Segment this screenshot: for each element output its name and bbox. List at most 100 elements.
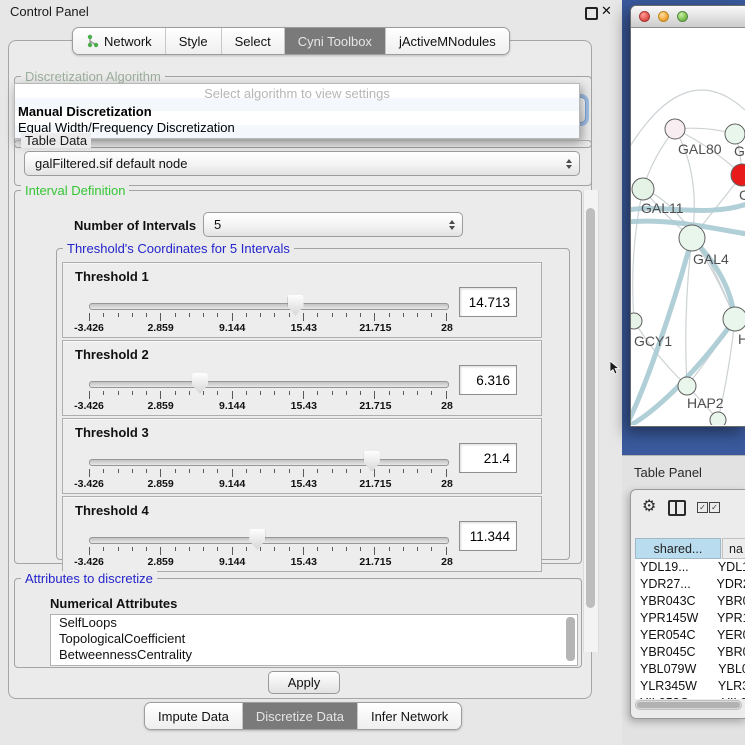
table-data-select[interactable]: galFiltered.sif default node	[24, 151, 580, 176]
algorithm-group-title: Discretization Algorithm	[21, 69, 165, 84]
close-traffic-light-icon[interactable]	[639, 11, 650, 22]
slider-track[interactable]	[89, 537, 449, 544]
list-item[interactable]: TopologicalCoefficient	[51, 631, 577, 647]
panel-title: Control Panel	[10, 4, 89, 19]
network-node[interactable]	[725, 124, 745, 144]
threshold-4-box: Threshold 4 -3.4262.8599.14415.4321.7152…	[62, 496, 542, 572]
network-node-label: GCY1	[634, 333, 672, 349]
tab-cyni-toolbox[interactable]: Cyni Toolbox	[284, 28, 385, 54]
table-row[interactable]: YPR145WYPR1	[635, 610, 745, 627]
split-columns-icon[interactable]	[668, 500, 686, 516]
threshold-2-box: Threshold 2 -3.4262.8599.14415.4321.7152…	[62, 340, 542, 416]
table-row[interactable]: YBR045CYBR0	[635, 644, 745, 661]
tab-infer-network[interactable]: Infer Network	[357, 703, 461, 729]
network-node[interactable]	[631, 313, 642, 329]
network-node-label: C	[739, 187, 745, 203]
table-hscrollbar-track[interactable]	[635, 700, 742, 710]
network-node-label: GAL11	[641, 200, 684, 216]
table-panel-window: ⚙ ✓ ✓ shared... na YDL19...YDL1 YDR27...…	[630, 489, 745, 719]
slider-track[interactable]	[89, 381, 449, 388]
slider-scale-labels: -3.4262.8599.14415.4321.71528	[89, 556, 447, 568]
column-header-name[interactable]: na	[722, 538, 745, 559]
threshold-3-value-field[interactable]: 21.4	[459, 443, 517, 473]
tab-network[interactable]: Network	[73, 28, 165, 54]
table-row[interactable]: YDL19...YDL1	[635, 559, 745, 576]
slider-track[interactable]	[89, 303, 449, 310]
tab-network-label: Network	[104, 34, 152, 49]
number-of-intervals-label: Number of Intervals	[74, 218, 196, 233]
tab-discretize-data[interactable]: Discretize Data	[242, 703, 357, 729]
checkbox-icon[interactable]: ✓	[697, 502, 708, 513]
network-node-label: H	[738, 331, 745, 347]
network-node[interactable]	[678, 377, 696, 395]
slider-track[interactable]	[89, 459, 449, 466]
list-item[interactable]: BetweennessCentrality	[51, 647, 577, 663]
table-row[interactable]: YDR27...YDR2	[635, 576, 745, 593]
popup-hint: Select algorithm to view settings	[15, 86, 579, 101]
panel-scrollbar-thumb[interactable]	[586, 208, 595, 608]
number-of-intervals-select[interactable]: 5	[203, 212, 463, 237]
network-node-label: GA	[734, 143, 745, 159]
gear-icon[interactable]: ⚙	[642, 496, 656, 516]
table-row[interactable]: YBL079WYBL0	[635, 661, 745, 678]
table-row[interactable]: YBR043CYBR0	[635, 593, 745, 610]
mouse-cursor	[610, 361, 621, 376]
zoom-traffic-light-icon[interactable]	[677, 11, 688, 22]
slider-scale-labels: -3.4262.8599.14415.4321.71528	[89, 478, 447, 490]
table-panel-title: Table Panel	[634, 465, 702, 480]
numerical-attributes-label: Numerical Attributes	[50, 596, 177, 611]
popup-option-manual[interactable]: Manual Discretization	[18, 104, 152, 119]
list-item[interactable]: SelfLoops	[51, 615, 577, 631]
threshold-4-value-field[interactable]: 11.344	[459, 521, 517, 551]
network-node-label: HAP2	[687, 395, 724, 411]
checkbox-icon[interactable]: ✓	[709, 502, 720, 513]
slider-scale-labels: -3.4262.8599.14415.4321.71528	[89, 400, 447, 412]
tab-style[interactable]: Style	[165, 28, 221, 54]
minimize-traffic-light-icon[interactable]	[658, 11, 669, 22]
threshold-2-value-field[interactable]: 6.316	[459, 365, 517, 395]
tab-impute-data[interactable]: Impute Data	[145, 703, 242, 729]
table-panel-region: Table Panel ⚙ ✓ ✓ shared... na YDL19...Y…	[622, 455, 745, 745]
threshold-1-label: Threshold 1	[75, 269, 149, 284]
panel-scrollbar-track[interactable]	[583, 190, 599, 652]
float-window-icon[interactable]	[585, 7, 598, 20]
slider-ticks	[89, 313, 447, 322]
numerical-attributes-list: SelfLoops TopologicalCoefficient Between…	[50, 614, 578, 666]
tab-jactivemnodules[interactable]: jActiveMNodules	[385, 28, 509, 54]
network-edge	[634, 321, 687, 386]
control-panel-tabs: Network Style Select Cyni Toolbox jActiv…	[72, 27, 510, 55]
stepper-icon	[449, 220, 455, 230]
apply-button[interactable]: Apply	[268, 671, 340, 694]
network-graph: GAL80GACGAL11GAL4GCY1HHAP2	[631, 28, 745, 425]
table-hscrollbar-thumb[interactable]	[637, 702, 740, 708]
number-of-intervals-value: 5	[214, 217, 221, 232]
network-node[interactable]	[665, 119, 685, 139]
threshold-3-box: Threshold 3 -3.4262.8599.14415.4321.7152…	[62, 418, 542, 494]
network-node[interactable]	[710, 412, 726, 425]
network-node-label: GAL4	[693, 251, 729, 267]
network-node[interactable]	[723, 307, 745, 331]
list-scrollbar[interactable]	[566, 617, 575, 661]
network-canvas[interactable]: GAL80GACGAL11GAL4GCY1HHAP2	[631, 28, 745, 425]
algorithm-dropdown-popup: Select algorithm to view settings Manual…	[14, 83, 580, 139]
network-icon	[86, 34, 99, 48]
attributes-group-title: Attributes to discretize	[21, 571, 157, 586]
table-row[interactable]: YER054CYER0	[635, 627, 745, 644]
slider-scale-labels: -3.4262.8599.14415.4321.71528	[89, 322, 447, 334]
table-row[interactable]: YIL052CYIL0	[635, 695, 745, 699]
threshold-3-label: Threshold 3	[75, 425, 149, 440]
network-node[interactable]	[679, 225, 705, 251]
interval-group-title: Interval Definition	[21, 183, 129, 198]
close-icon[interactable]: ✕	[601, 3, 612, 19]
column-header-shared-name[interactable]: shared...	[635, 538, 721, 559]
threshold-1-value-field[interactable]: 14.713	[459, 287, 517, 317]
thresholds-group-title: Threshold's Coordinates for 5 Intervals	[63, 241, 294, 256]
table-data-group-title: Table Data	[21, 133, 91, 148]
network-window-titlebar[interactable]	[631, 6, 745, 28]
table-row[interactable]: YLR345WYLR3	[635, 678, 745, 695]
network-node[interactable]	[632, 178, 654, 200]
cyni-mode-tabs: Impute Data Discretize Data Infer Networ…	[144, 702, 462, 730]
tab-select[interactable]: Select	[221, 28, 284, 54]
control-panel-titlebar: Control Panel ✕	[0, 0, 622, 24]
table-data-value: galFiltered.sif default node	[35, 156, 187, 171]
